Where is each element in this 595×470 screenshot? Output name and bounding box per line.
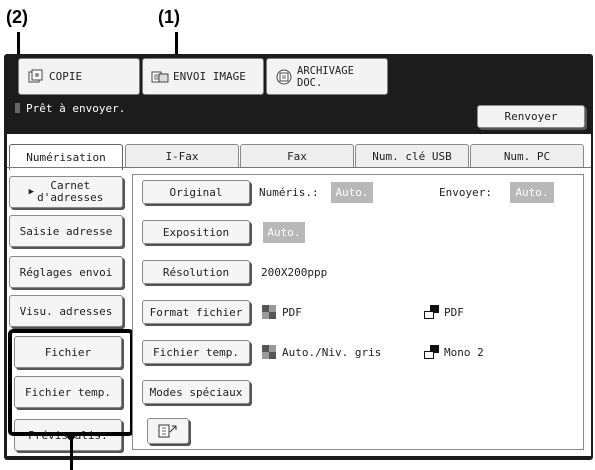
tab-fax[interactable]: Fax bbox=[240, 144, 354, 168]
document-filing-icon bbox=[275, 69, 293, 85]
highlight-leader bbox=[70, 436, 73, 470]
mode-tab-archivage-line1: ARCHIVAGE bbox=[297, 64, 354, 77]
address-book-line2: d'adresses bbox=[37, 191, 104, 204]
tab-divider bbox=[7, 167, 591, 168]
address-book-button[interactable]: ▶ Carnet d'adresses bbox=[9, 176, 123, 208]
toggle-icon-button[interactable] bbox=[147, 418, 189, 444]
send-settings-button[interactable]: Réglages envoi bbox=[9, 256, 123, 288]
tab-num-pc[interactable]: Num. PC bbox=[470, 144, 584, 168]
resolution-value: 200X200ppp bbox=[261, 266, 328, 279]
status-bar: Prêt à envoyer. Renvoyer bbox=[7, 96, 591, 134]
callout-2: (2) bbox=[6, 7, 28, 27]
scan-size-label: Numéris.: bbox=[259, 186, 319, 199]
image-send-icon bbox=[151, 69, 169, 85]
tab-num-cle-usb[interactable]: Num. clé USB bbox=[355, 144, 469, 168]
exposure-value: Auto. bbox=[263, 222, 305, 243]
resend-button[interactable]: Renvoyer bbox=[477, 105, 585, 128]
mode-tab-archivage[interactable]: ARCHIVAGE DOC. bbox=[266, 58, 388, 95]
address-entry-button[interactable]: Saisie adresse bbox=[9, 215, 123, 247]
file-format-button[interactable]: Format fichier bbox=[142, 300, 250, 324]
mode-tab-copie-label: COPIE bbox=[49, 70, 83, 83]
send-size-label: Envoyer: bbox=[439, 186, 492, 199]
toggle-icon bbox=[158, 424, 177, 438]
mode-tab-envoi-image-label: ENVOI IMAGE bbox=[173, 70, 246, 83]
special-modes-button[interactable]: Modes spéciaux bbox=[142, 380, 250, 404]
touch-screen: Prêt à envoyer. Renvoyer Numérisation I-… bbox=[7, 96, 591, 456]
play-icon: ▶ bbox=[28, 187, 35, 197]
address-book-label: Carnet d'adresses bbox=[37, 180, 103, 204]
mode-tab-archivage-line2: DOC. bbox=[297, 76, 323, 89]
mode-tab-copie[interactable]: COPIE bbox=[18, 58, 140, 95]
mode-tab-envoi-image[interactable]: ENVOI IMAGE bbox=[142, 58, 264, 95]
quick-file-mono-value: Mono 2 bbox=[444, 346, 484, 359]
format-color-value: PDF bbox=[282, 306, 302, 319]
color-mode-icon bbox=[262, 345, 276, 359]
format-mono-value: PDF bbox=[444, 306, 464, 319]
original-button[interactable]: Original bbox=[142, 180, 250, 204]
resolution-button[interactable]: Résolution bbox=[142, 260, 250, 284]
color-mode-icon bbox=[262, 305, 276, 319]
mono-mode-icon bbox=[424, 345, 439, 359]
review-addresses-button[interactable]: Visu. adresses bbox=[9, 295, 123, 327]
highlight-frame bbox=[8, 329, 134, 436]
mode-tab-archivage-label: ARCHIVAGE DOC. bbox=[297, 65, 354, 89]
quick-file-settings-button[interactable]: Fichier temp. bbox=[142, 340, 250, 364]
highlight-dot bbox=[67, 432, 75, 440]
mono-mode-icon bbox=[424, 305, 439, 319]
copy-icon bbox=[27, 69, 45, 85]
exposure-button[interactable]: Exposition bbox=[142, 220, 250, 244]
status-message: Prêt à envoyer. bbox=[15, 102, 125, 115]
tab-i-fax[interactable]: I-Fax bbox=[125, 144, 239, 168]
quick-file-color-value: Auto./Niv. gris bbox=[282, 346, 382, 359]
scan-size-value: Auto. bbox=[331, 182, 373, 203]
send-size-value: Auto. bbox=[510, 182, 554, 203]
callout-1: (1) bbox=[158, 7, 180, 27]
